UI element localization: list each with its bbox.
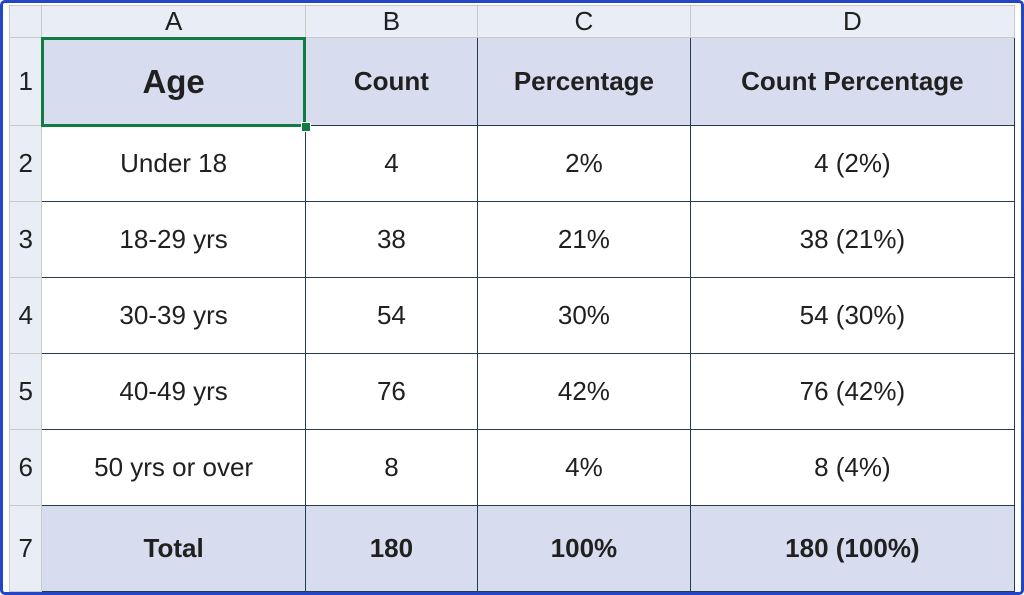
cell-C3[interactable]: 21%: [478, 202, 691, 278]
cell-A3[interactable]: 18-29 yrs: [42, 202, 305, 278]
cell-B4[interactable]: 54: [305, 278, 477, 354]
cell-C2[interactable]: 2%: [478, 126, 691, 202]
cell-D7[interactable]: 180 (100%): [690, 506, 1014, 592]
column-header-C[interactable]: C: [478, 6, 691, 38]
spreadsheet-grid[interactable]: A B C D 1 Age Count Percentage Count Per…: [9, 5, 1015, 590]
cell-A2[interactable]: Under 18: [42, 126, 305, 202]
cell-B3[interactable]: 38: [305, 202, 477, 278]
row-header-6[interactable]: 6: [10, 430, 42, 506]
select-all-corner[interactable]: [10, 6, 42, 38]
cell-D4[interactable]: 54 (30%): [690, 278, 1014, 354]
cell-D2[interactable]: 4 (2%): [690, 126, 1014, 202]
column-header-B[interactable]: B: [305, 6, 477, 38]
row-header-3[interactable]: 3: [10, 202, 42, 278]
cell-A6[interactable]: 50 yrs or over: [42, 430, 305, 506]
cell-C7[interactable]: 100%: [478, 506, 691, 592]
row-header-4[interactable]: 4: [10, 278, 42, 354]
cell-D6[interactable]: 8 (4%): [690, 430, 1014, 506]
cell-A7[interactable]: Total: [42, 506, 305, 592]
spreadsheet-frame: A B C D 1 Age Count Percentage Count Per…: [0, 0, 1024, 595]
column-header-D[interactable]: D: [690, 6, 1014, 38]
column-header-A[interactable]: A: [42, 6, 305, 38]
cell-B2[interactable]: 4: [305, 126, 477, 202]
row-header-1[interactable]: 1: [10, 38, 42, 126]
cell-B5[interactable]: 76: [305, 354, 477, 430]
row-header-7[interactable]: 7: [10, 506, 42, 592]
cell-B7[interactable]: 180: [305, 506, 477, 592]
cell-D5[interactable]: 76 (42%): [690, 354, 1014, 430]
cell-D1[interactable]: Count Percentage: [690, 38, 1014, 126]
cell-C5[interactable]: 42%: [478, 354, 691, 430]
cell-B1[interactable]: Count: [305, 38, 477, 126]
cell-C6[interactable]: 4%: [478, 430, 691, 506]
row-header-5[interactable]: 5: [10, 354, 42, 430]
cell-D3[interactable]: 38 (21%): [690, 202, 1014, 278]
cell-B6[interactable]: 8: [305, 430, 477, 506]
cell-A5[interactable]: 40-49 yrs: [42, 354, 305, 430]
cell-A1[interactable]: Age: [42, 38, 305, 126]
cell-C4[interactable]: 30%: [478, 278, 691, 354]
cell-A4[interactable]: 30-39 yrs: [42, 278, 305, 354]
sheet-table[interactable]: A B C D 1 Age Count Percentage Count Per…: [9, 5, 1015, 592]
cell-C1[interactable]: Percentage: [478, 38, 691, 126]
row-header-2[interactable]: 2: [10, 126, 42, 202]
